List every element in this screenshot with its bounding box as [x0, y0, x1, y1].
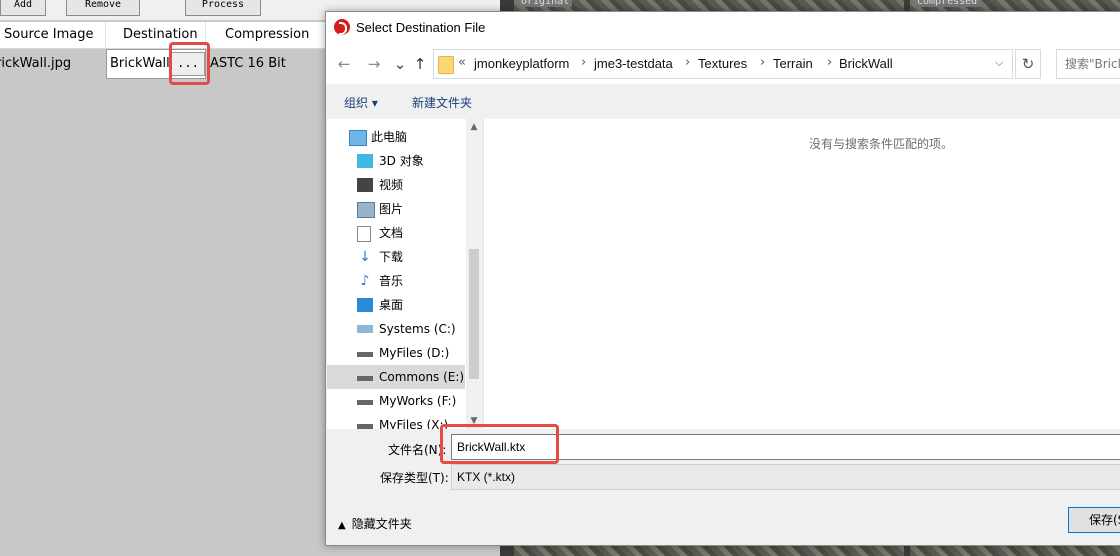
sidebar-item-label: MyFiles (D:) — [379, 346, 450, 360]
file-list[interactable]: 没有与搜索条件匹配的项。 — [483, 119, 1120, 429]
chevron-down-icon[interactable]: ⌄ — [390, 54, 410, 74]
scrollbar-thumb[interactable] — [469, 249, 479, 379]
pictures-icon — [357, 202, 375, 218]
sidebar-item-downloads[interactable]: ↓ 下载 — [327, 245, 465, 269]
sidebar-item-drive-c[interactable]: Systems (C:) — [327, 317, 465, 341]
search-input[interactable]: 搜索"Brick — [1056, 49, 1120, 79]
save-button[interactable]: 保存(S) — [1068, 507, 1120, 533]
drive-icon — [357, 424, 373, 429]
3d-objects-icon — [357, 154, 373, 168]
sidebar-item-desktop[interactable]: 桌面 — [327, 293, 465, 317]
sidebar-item-pictures[interactable]: 图片 — [327, 197, 465, 221]
back-arrow-icon[interactable]: ← — [334, 54, 354, 74]
new-folder-button[interactable]: 新建文件夹 — [412, 94, 472, 111]
sidebar-item-this-pc[interactable]: 此电脑 — [327, 125, 465, 149]
filetype-select[interactable]: KTX (*.ktx) — [451, 464, 1120, 490]
computer-icon — [349, 130, 367, 146]
refresh-icon[interactable]: ↻ — [1015, 49, 1041, 79]
column-source-image[interactable]: Source Image — [0, 22, 106, 48]
sidebar-item-label: Systems (C:) — [379, 322, 456, 336]
sidebar-item-label: 3D 对象 — [379, 154, 424, 168]
save-dialog: Select Destination File ← → ⌄ ↑ « jmonke… — [325, 11, 1120, 546]
navigation-pane: 此电脑 3D 对象 视频 图片 文档 ↓ 下载 ♪ 音乐 桌面 Systems … — [327, 119, 482, 429]
hide-folders-label: 隐藏文件夹 — [351, 517, 412, 531]
organize-button[interactable]: 组织 ▾ — [344, 94, 378, 111]
column-compression[interactable]: Compression — [206, 22, 336, 48]
documents-icon — [357, 226, 371, 242]
original-label: original — [518, 0, 573, 7]
sidebar-item-label: 下载 — [379, 250, 404, 264]
sidebar-item-label: 音乐 — [379, 274, 404, 288]
breadcrumb-separator: › — [581, 55, 587, 70]
sidebar-item-label: MyWorks (F:) — [379, 394, 457, 408]
sidebar-item-label: 桌面 — [379, 298, 404, 312]
sidebar-item-label: 图片 — [379, 202, 404, 216]
original-image-bottom — [514, 545, 904, 556]
drive-icon — [357, 325, 373, 333]
breadcrumb-separator: › — [827, 55, 833, 70]
folder-icon — [438, 56, 454, 74]
app-logo-icon — [334, 19, 350, 35]
sidebar-item-music[interactable]: ♪ 音乐 — [327, 269, 465, 293]
breadcrumb-separator: › — [685, 55, 691, 70]
address-bar[interactable]: « jmonkeyplatform › jme3-testdata › Text… — [433, 49, 1013, 79]
breadcrumb-jmonkeyplatform[interactable]: jmonkeyplatform — [474, 56, 569, 71]
drive-icon — [357, 400, 373, 405]
downloads-icon: ↓ — [359, 249, 371, 265]
filename-label: 文件名(N): — [388, 443, 447, 457]
dialog-titlebar[interactable]: Select Destination File — [326, 12, 1120, 44]
command-bar: 组织 ▾ 新建文件夹 — [326, 88, 1120, 118]
highlight-box — [440, 424, 559, 464]
add-button[interactable]: Add — [0, 0, 46, 16]
sidebar-item-label: 文档 — [379, 226, 404, 240]
compression-cell[interactable]: ASTC 16 Bit — [210, 49, 320, 79]
breadcrumb-textures[interactable]: Textures — [698, 56, 747, 71]
forward-arrow-icon[interactable]: → — [364, 54, 384, 74]
sidebar-item-documents[interactable]: 文档 — [327, 221, 465, 245]
sidebar-item-label: 视频 — [379, 178, 404, 192]
drive-icon — [357, 376, 373, 381]
sidebar-item-drive-e[interactable]: Commons (E:) — [327, 365, 465, 389]
source-image-cell: rickWall.jpg — [0, 56, 72, 71]
highlight-box — [169, 42, 210, 85]
desktop-icon — [357, 298, 373, 312]
address-dropdown-icon[interactable]: ⌵ — [995, 56, 1003, 70]
dialog-title: Select Destination File — [356, 20, 486, 35]
scroll-up-icon[interactable]: ▲ — [466, 119, 482, 135]
breadcrumb-terrain[interactable]: Terrain — [773, 56, 813, 71]
remove-button[interactable]: Remove — [66, 0, 140, 16]
compressed-label: compressed — [914, 0, 981, 7]
process-button[interactable]: Process — [185, 0, 261, 16]
chevron-up-icon: ▲ — [338, 520, 346, 531]
hide-folders-toggle[interactable]: ▲ 隐藏文件夹 — [338, 515, 412, 532]
breadcrumb-brickwall[interactable]: BrickWall — [839, 56, 893, 71]
sidebar-item-label: MyFiles (X:) — [379, 418, 449, 429]
breadcrumb-jme3-testdata[interactable]: jme3-testdata — [594, 56, 673, 71]
drive-icon — [357, 352, 373, 357]
sidebar-scrollbar[interactable]: ▲ ▼ — [466, 119, 482, 429]
music-icon: ♪ — [360, 273, 370, 289]
sidebar-item-label: Commons (E:) — [379, 370, 465, 384]
breadcrumb-separator: › — [760, 55, 766, 70]
compressed-image-bottom — [910, 545, 1120, 556]
video-icon — [357, 178, 373, 192]
sidebar-item-videos[interactable]: 视频 — [327, 173, 465, 197]
up-arrow-icon[interactable]: ↑ — [410, 54, 430, 74]
sidebar-item-drive-d[interactable]: MyFiles (D:) — [327, 341, 465, 365]
sidebar-item-3d-objects[interactable]: 3D 对象 — [327, 149, 465, 173]
breadcrumb-overflow[interactable]: « — [458, 55, 466, 70]
sidebar-item-drive-f[interactable]: MyWorks (F:) — [327, 389, 465, 413]
sidebar-item-label: 此电脑 — [371, 130, 408, 144]
filetype-label: 保存类型(T): — [380, 471, 449, 485]
empty-message: 没有与搜索条件匹配的项。 — [809, 137, 954, 151]
